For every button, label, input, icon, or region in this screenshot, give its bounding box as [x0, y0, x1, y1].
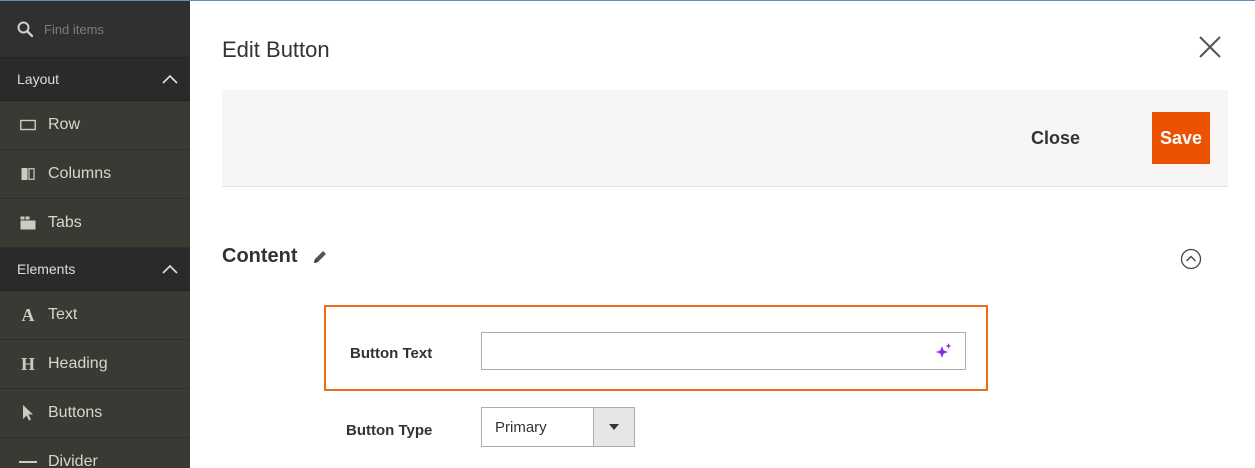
sidebar-item-heading[interactable]: H Heading — [0, 340, 190, 389]
text-icon: A — [21, 304, 35, 325]
close-button[interactable]: Close — [1031, 128, 1080, 149]
sidebar-item-label: Row — [48, 116, 81, 133]
divider-icon — [18, 452, 38, 468]
sidebar-item-text[interactable]: A Text — [0, 291, 190, 340]
select-value: Primary — [495, 418, 547, 436]
modal-title: Edit Button — [222, 37, 330, 62]
section-header: Content — [222, 245, 328, 268]
modal-toolbar: Close Save — [222, 90, 1228, 187]
sidebar-item-label: Columns — [48, 165, 112, 182]
ai-sparkle-icon[interactable] — [935, 342, 953, 360]
search-icon — [17, 21, 33, 37]
sidebar-item-label: Heading — [48, 355, 108, 372]
chevron-up-icon — [162, 74, 178, 84]
heading-icon: H — [20, 353, 35, 374]
sidebar-item-columns[interactable]: Columns — [0, 150, 190, 199]
columns-icon — [18, 164, 38, 184]
sidebar-item-buttons[interactable]: Buttons — [0, 389, 190, 438]
sidebar-item-divider[interactable]: Divider — [0, 438, 190, 468]
sidebar: Layout Row Columns Tabs Elements — [0, 1, 190, 468]
tabs-icon — [18, 213, 38, 233]
edit-modal: Edit Button Close Save Content Button Te… — [190, 1, 1255, 468]
sidebar-group-elements[interactable]: Elements — [0, 248, 190, 291]
button-type-select[interactable]: Primary — [481, 407, 635, 447]
sidebar-group-label: Elements — [17, 261, 76, 277]
button-text-input[interactable] — [481, 332, 966, 370]
close-icon[interactable] — [1197, 34, 1223, 60]
sidebar-item-label: Buttons — [48, 404, 103, 421]
editor-frame: Layout Row Columns Tabs Elements — [0, 0, 1255, 468]
sidebar-group-layout[interactable]: Layout — [0, 58, 190, 101]
save-button[interactable]: Save — [1152, 112, 1210, 164]
sidebar-item-tabs[interactable]: Tabs — [0, 199, 190, 248]
cursor-icon — [18, 403, 38, 423]
pencil-icon[interactable] — [312, 249, 328, 265]
chevron-up-icon — [162, 264, 178, 274]
search-input[interactable] — [42, 20, 176, 38]
row-icon — [18, 115, 38, 135]
sidebar-item-label: Divider — [48, 453, 98, 468]
sidebar-item-row[interactable]: Row — [0, 101, 190, 150]
button-text-field[interactable] — [490, 333, 934, 369]
section-title: Content — [222, 245, 298, 267]
sidebar-item-label: Tabs — [48, 214, 82, 231]
sidebar-item-label: Text — [48, 306, 78, 323]
collapse-icon[interactable] — [1180, 248, 1202, 270]
sidebar-group-label: Layout — [17, 71, 60, 87]
button-type-label: Button Type — [346, 422, 433, 439]
sidebar-search — [0, 1, 190, 58]
chevron-down-icon[interactable] — [593, 408, 634, 446]
button-text-label: Button Text — [350, 345, 433, 362]
